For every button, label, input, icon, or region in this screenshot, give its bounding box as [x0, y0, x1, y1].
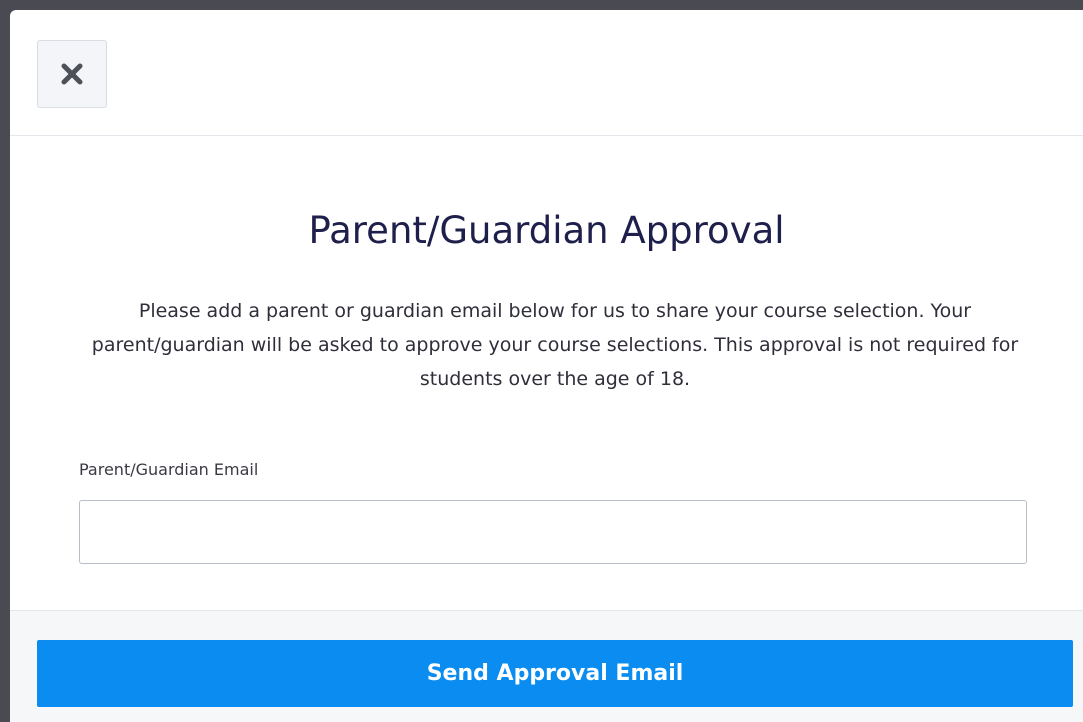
modal-body: Parent/Guardian Approval Please add a pa…	[10, 136, 1083, 610]
close-button[interactable]	[37, 40, 107, 108]
modal-title: Parent/Guardian Approval	[308, 209, 785, 252]
modal-footer: Send Approval Email	[10, 610, 1083, 722]
parent-email-input[interactable]	[79, 500, 1027, 564]
email-field-label: Parent/Guardian Email	[79, 460, 259, 479]
approval-modal: Parent/Guardian Approval Please add a pa…	[10, 10, 1083, 722]
modal-header	[10, 10, 1083, 136]
close-icon	[61, 63, 83, 85]
send-approval-email-button[interactable]: Send Approval Email	[37, 640, 1073, 707]
modal-description: Please add a parent or guardian email be…	[91, 300, 1019, 390]
